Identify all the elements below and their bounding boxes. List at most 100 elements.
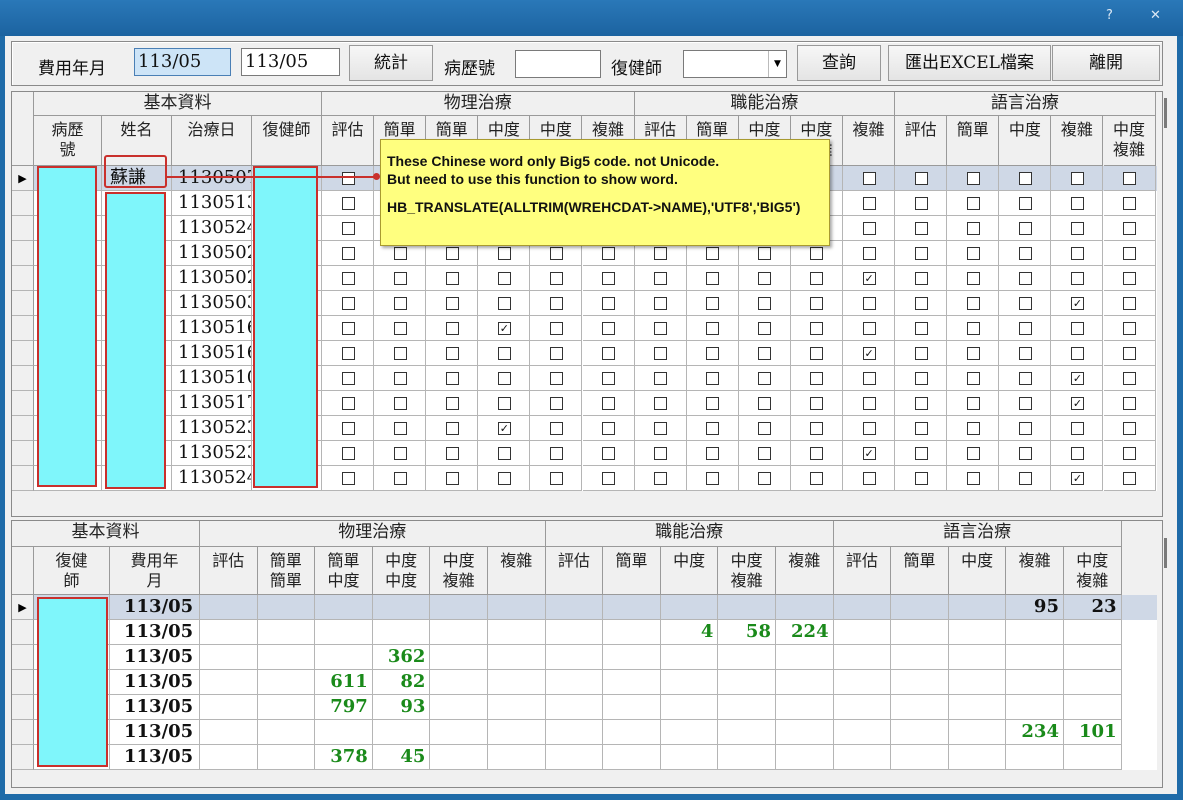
checkbox[interactable] — [1018, 472, 1032, 485]
stats-button[interactable]: 統計 — [349, 45, 433, 81]
checkbox-cell[interactable]: ✓ — [1051, 291, 1104, 316]
checkbox[interactable]: ✓ — [862, 447, 876, 460]
checkbox[interactable] — [497, 447, 511, 460]
checkbox-cell[interactable] — [843, 216, 896, 241]
treatment-date-cell[interactable]: 1130513 — [172, 191, 252, 216]
checkbox-cell[interactable] — [322, 266, 375, 291]
checkbox[interactable] — [602, 372, 616, 385]
month-from-input[interactable]: 113/05 — [134, 48, 231, 76]
fee-month-cell[interactable]: 113/05 — [110, 670, 200, 695]
checkbox-cell[interactable] — [634, 416, 687, 441]
checkbox[interactable] — [393, 372, 407, 385]
count-cell[interactable] — [257, 745, 316, 770]
checkbox-cell[interactable] — [530, 316, 583, 341]
checkbox-cell[interactable] — [895, 191, 948, 216]
checkbox-cell[interactable] — [999, 391, 1052, 416]
count-cell[interactable] — [488, 720, 546, 745]
table-row[interactable]: 1130517 ✓ — [12, 391, 1157, 416]
checkbox[interactable] — [758, 272, 772, 285]
checkbox-cell[interactable] — [999, 441, 1052, 466]
checkbox-cell[interactable] — [582, 341, 635, 366]
checkbox-cell[interactable] — [947, 466, 1000, 491]
fee-month-cell[interactable]: 113/05 — [110, 645, 200, 670]
count-cell[interactable]: 362 — [372, 645, 431, 670]
treatment-date-cell[interactable]: 1130510 — [172, 366, 252, 391]
checkbox-cell[interactable] — [634, 291, 687, 316]
checkbox[interactable] — [1018, 347, 1032, 360]
checkbox[interactable] — [862, 472, 876, 485]
checkbox-cell[interactable] — [1051, 241, 1104, 266]
table-row[interactable]: 1130516 ✓ — [12, 341, 1157, 366]
checkbox-cell[interactable] — [426, 266, 479, 291]
checkbox[interactable] — [758, 247, 772, 260]
checkbox[interactable] — [862, 197, 876, 210]
checkbox-cell[interactable] — [426, 291, 479, 316]
checkbox-cell[interactable] — [634, 366, 687, 391]
checkbox[interactable] — [654, 297, 668, 310]
count-cell[interactable] — [1064, 670, 1122, 695]
checkbox[interactable] — [1070, 272, 1084, 285]
checkbox[interactable] — [393, 347, 407, 360]
checkbox[interactable] — [445, 372, 459, 385]
checkbox[interactable] — [1123, 222, 1137, 235]
query-button[interactable]: 查詢 — [797, 45, 881, 81]
checkbox-cell[interactable] — [374, 291, 427, 316]
checkbox[interactable] — [1123, 197, 1137, 210]
checkbox-cell[interactable] — [374, 391, 427, 416]
count-cell[interactable] — [257, 595, 316, 620]
checkbox-cell[interactable] — [686, 416, 739, 441]
checkbox[interactable] — [1018, 397, 1032, 410]
checkbox[interactable] — [654, 272, 668, 285]
checkbox-cell[interactable] — [843, 391, 896, 416]
checkbox[interactable] — [810, 347, 824, 360]
count-cell[interactable]: 45 — [372, 745, 431, 770]
checkbox-cell[interactable] — [843, 166, 896, 191]
count-cell[interactable]: 4 — [660, 620, 719, 645]
checkbox[interactable]: ✓ — [862, 347, 876, 360]
checkbox[interactable] — [758, 322, 772, 335]
checkbox-cell[interactable] — [686, 466, 739, 491]
checkbox[interactable] — [549, 297, 563, 310]
checkbox[interactable] — [706, 422, 720, 435]
count-cell[interactable] — [545, 670, 604, 695]
checkbox[interactable] — [914, 397, 928, 410]
treatment-date-cell[interactable]: 1130517 — [172, 391, 252, 416]
checkbox-cell[interactable] — [582, 316, 635, 341]
checkbox-cell[interactable] — [843, 291, 896, 316]
checkbox-cell[interactable] — [1103, 466, 1156, 491]
checkbox-cell[interactable] — [895, 266, 948, 291]
checkbox-cell[interactable] — [530, 416, 583, 441]
checkbox[interactable] — [914, 472, 928, 485]
checkbox[interactable] — [445, 422, 459, 435]
count-cell[interactable] — [1006, 745, 1064, 770]
checkbox[interactable] — [914, 347, 928, 360]
treatment-date-cell[interactable]: 1130507 — [172, 166, 252, 191]
close-icon[interactable]: ✕ — [1150, 8, 1161, 23]
count-cell[interactable] — [545, 745, 604, 770]
count-cell[interactable] — [891, 595, 949, 620]
treatment-date-cell[interactable]: 1130523 — [172, 441, 252, 466]
checkbox[interactable] — [393, 272, 407, 285]
checkbox-cell[interactable] — [374, 316, 427, 341]
checkbox[interactable] — [602, 397, 616, 410]
checkbox-cell[interactable] — [1103, 391, 1156, 416]
checkbox-cell[interactable] — [738, 316, 791, 341]
checkbox-cell[interactable] — [999, 416, 1052, 441]
checkbox-cell[interactable] — [374, 441, 427, 466]
count-cell[interactable] — [315, 620, 373, 645]
checkbox[interactable] — [393, 422, 407, 435]
count-cell[interactable]: 101 — [1064, 720, 1122, 745]
checkbox-cell[interactable] — [790, 366, 843, 391]
checkbox[interactable] — [497, 372, 511, 385]
checkbox-cell[interactable]: ✓ — [1051, 466, 1104, 491]
count-cell[interactable] — [1064, 745, 1122, 770]
count-cell[interactable] — [545, 720, 604, 745]
fee-month-cell[interactable]: 113/05 — [110, 620, 200, 645]
checkbox-cell[interactable] — [634, 341, 687, 366]
checkbox-cell[interactable] — [322, 441, 375, 466]
checkbox-cell[interactable] — [738, 391, 791, 416]
count-cell[interactable] — [257, 720, 316, 745]
table-row[interactable]: 1130503 ✓ — [12, 291, 1157, 316]
checkbox-cell[interactable] — [634, 316, 687, 341]
checkbox[interactable] — [914, 297, 928, 310]
